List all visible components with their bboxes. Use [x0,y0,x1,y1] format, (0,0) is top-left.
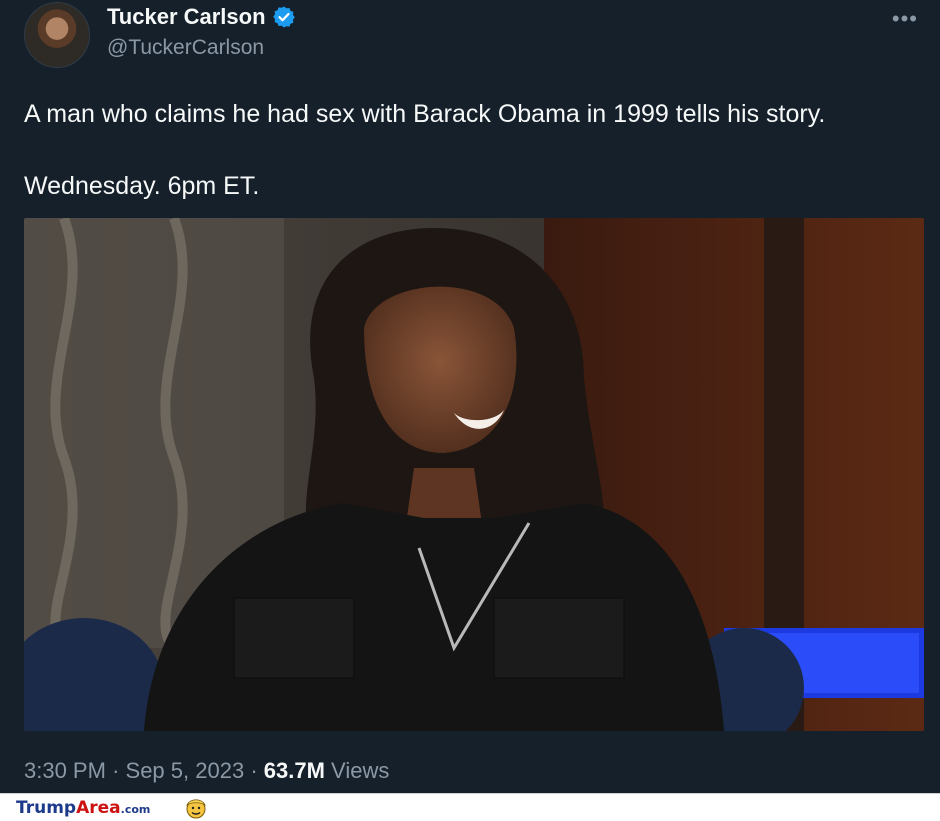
tweet-card: Tucker Carlson @TuckerCarlson ••• A man … [0,0,940,793]
handle[interactable]: @TuckerCarlson [107,36,264,60]
meta-separator: · [250,758,258,783]
tweet-text-line-2: Wednesday. 6pm ET. [24,172,260,200]
views-label: Views [331,758,390,783]
author-row: Tucker Carlson [107,4,296,30]
tweet-text-line-1: A man who claims he had sex with Barack … [24,100,826,128]
tweet-media-photo[interactable] [24,218,924,731]
tweet-meta: 3:30 PM · Sep 5, 2023 · 63.7M Views [24,758,389,784]
verified-badge-icon [272,6,295,28]
more-options-icon[interactable]: ••• [892,6,918,32]
views-count[interactable]: 63.7M [264,758,325,783]
brand-part-1: Trump [16,798,77,818]
brand-part-3: .com [120,803,151,816]
brand-logo[interactable]: TrumpArea.com [16,798,150,818]
avatar[interactable] [24,2,90,68]
tweet-time[interactable]: 3:30 PM [24,758,106,783]
photo-illustration [24,218,924,731]
trump-emoji-icon [186,799,206,819]
meta-separator: · [112,758,120,783]
brand-part-2: Area [76,798,121,818]
watermark-footer: TrumpArea.com [0,793,940,821]
tweet-date[interactable]: Sep 5, 2023 [126,758,245,783]
display-name[interactable]: Tucker Carlson [107,4,266,30]
